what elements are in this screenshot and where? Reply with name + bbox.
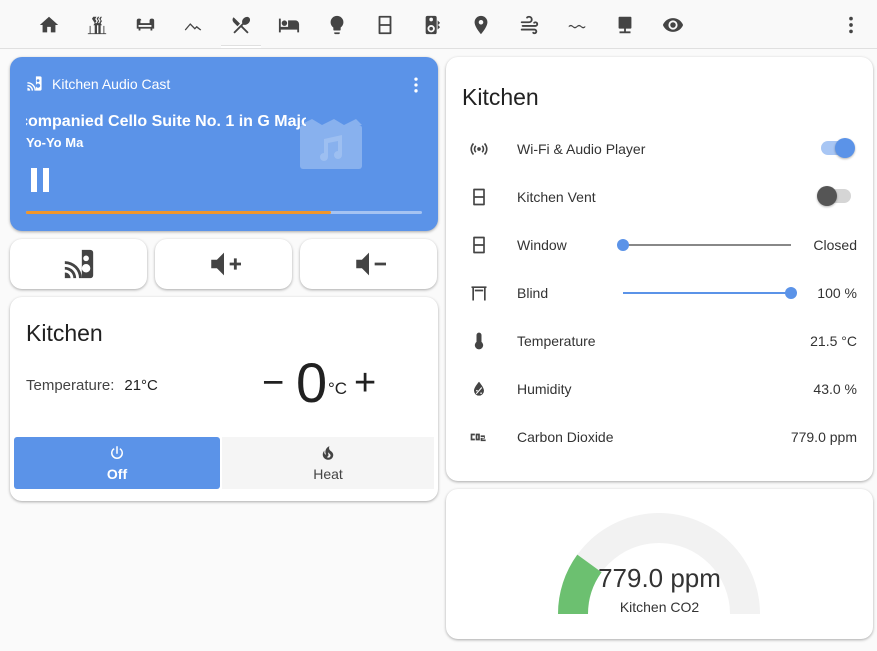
home-tab-icon[interactable] [25, 4, 73, 46]
wind-tab-icon[interactable] [505, 4, 553, 46]
sofa-tab-icon[interactable] [121, 4, 169, 46]
entity-row-kitchen-vent[interactable]: Kitchen Vent [462, 177, 857, 217]
top-navigation-bar [0, 0, 877, 49]
toggle-knob [835, 138, 855, 158]
entity-row-wifi-audio[interactable]: Wi-Fi & Audio Player [462, 129, 857, 169]
entity-label: Carbon Dioxide [517, 429, 614, 445]
kitchen-entities-card: Kitchen Wi-Fi & Audio Player Kitchen Ven… [446, 57, 873, 481]
volume-plus-icon [210, 252, 241, 276]
humidity-icon [468, 378, 490, 400]
thermostat-card: Kitchen Temperature: 21°C − 0 °C + Off He… [10, 297, 438, 501]
target-temperature-unit: °C [328, 379, 348, 398]
wifi-audio-icon [468, 138, 490, 160]
toggle-knob [817, 186, 837, 206]
decrease-temperature-button[interactable]: − [262, 364, 284, 402]
wifi-audio-toggle[interactable] [821, 138, 855, 158]
roof-tab-icon[interactable] [169, 4, 217, 46]
co2-icon [468, 426, 490, 448]
entity-row-temperature[interactable]: Temperature 21.5 °C [462, 321, 857, 361]
media-more-icon[interactable] [406, 75, 426, 95]
entity-value: 779.0 ppm [790, 429, 857, 445]
kitchen-tab-icon[interactable] [217, 4, 265, 48]
entity-row-blind[interactable]: Blind 100 % [462, 273, 857, 313]
current-temperature-value: 21°C [124, 377, 158, 394]
entity-value: 100 % [817, 285, 857, 301]
thermometer-icon [468, 330, 490, 352]
mode-heat-label: Heat [313, 466, 343, 482]
media-title: Unaccompanied Cello Suite No. 1 in G Maj… [26, 113, 306, 131]
bed-tab-icon[interactable] [265, 4, 313, 46]
fire-icon [322, 446, 334, 460]
entities-title: Kitchen [462, 84, 539, 110]
radiator-tab-icon[interactable] [73, 4, 121, 46]
entity-value: 43.0 % [813, 381, 857, 397]
media-progress-bar[interactable] [26, 211, 422, 214]
kitchen-vent-toggle[interactable] [817, 186, 851, 206]
entity-value: 21.5 °C [810, 333, 857, 349]
water-tab-icon[interactable] [553, 4, 601, 46]
entity-value: Closed [813, 237, 857, 253]
entity-label: Wi-Fi & Audio Player [517, 141, 646, 157]
media-player-card: Kitchen Audio Cast Unaccompanied Cello S… [10, 57, 438, 231]
cast-speaker-button[interactable] [10, 239, 147, 289]
gauge-value: 779.0 ppm [598, 563, 721, 593]
entity-row-humidity[interactable]: Humidity 43.0 % [462, 369, 857, 409]
entity-label: Temperature [517, 333, 596, 349]
desk-tab-icon[interactable] [601, 4, 649, 46]
co2-gauge-card: 779.0 ppm Kitchen CO2 [446, 489, 873, 639]
blind-icon [468, 282, 490, 304]
entity-row-carbon-dioxide[interactable]: Carbon Dioxide 779.0 ppm [462, 417, 857, 457]
slider-thumb[interactable] [785, 287, 797, 299]
current-temperature: Temperature: 21°C [26, 377, 158, 394]
current-temperature-label: Temperature: [26, 377, 115, 394]
slider-thumb[interactable] [617, 239, 629, 251]
window-icon [468, 186, 490, 208]
volume-up-button[interactable] [155, 239, 292, 289]
media-source-label: Kitchen Audio Cast [52, 75, 171, 92]
location-tab-icon[interactable] [457, 4, 505, 46]
increase-temperature-button[interactable]: + [354, 364, 376, 402]
blind-position-slider[interactable] [623, 287, 797, 299]
entity-label: Kitchen Vent [517, 189, 596, 205]
media-source: Kitchen Audio Cast [26, 75, 170, 92]
target-temperature: 0 [296, 351, 328, 414]
entity-row-window[interactable]: Window Closed [462, 225, 857, 265]
lightbulb-tab-icon[interactable] [313, 4, 361, 46]
cast-speaker-icon [27, 76, 42, 91]
thermostat-title: Kitchen [26, 320, 103, 346]
eye-tab-icon[interactable] [649, 4, 697, 46]
more-menu-icon[interactable] [839, 13, 863, 37]
media-artist: Yo-Yo Ma [26, 135, 84, 150]
power-icon [111, 446, 123, 459]
window-position-slider[interactable] [617, 239, 791, 251]
media-progress-fill [26, 211, 331, 214]
entity-label: Humidity [517, 381, 572, 397]
entity-label: Blind [517, 285, 549, 301]
gauge-name: Kitchen CO2 [619, 599, 700, 615]
mode-heat-button[interactable]: Heat [222, 437, 434, 489]
pause-button[interactable] [28, 165, 54, 195]
window-icon [468, 234, 490, 256]
media-title-text: Unaccompanied Cello Suite No. 1 in G Maj… [26, 113, 306, 130]
cast-speaker-icon [64, 249, 93, 279]
volume-down-button[interactable] [300, 239, 437, 289]
window-tab-icon[interactable] [361, 4, 409, 46]
video-clip-icon [300, 119, 362, 169]
entity-label: Window [517, 237, 567, 253]
volume-minus-icon [355, 252, 386, 276]
mode-off-label: Off [106, 466, 128, 482]
speaker-bluetooth-tab-icon[interactable] [409, 4, 457, 46]
mode-off-button[interactable]: Off [14, 437, 220, 489]
